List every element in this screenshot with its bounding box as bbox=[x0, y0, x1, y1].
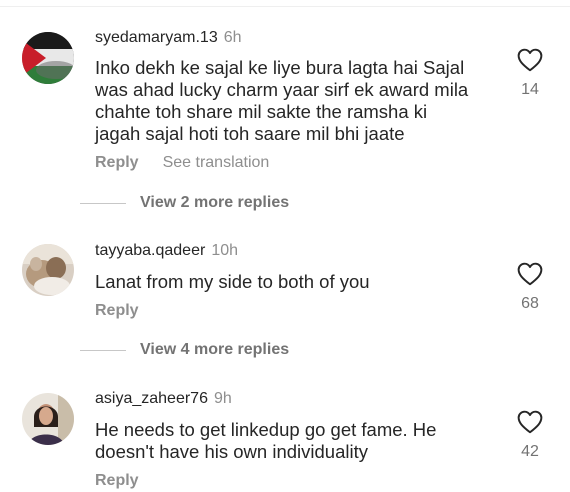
heart-outline-icon[interactable] bbox=[517, 262, 543, 286]
reply-button[interactable]: Reply bbox=[95, 472, 139, 489]
like-control: 42 bbox=[516, 410, 544, 462]
comment-text-line: doesn't have his own individuality bbox=[95, 441, 368, 462]
comment-text-line: Lanat from my side to both of you bbox=[95, 271, 370, 292]
comment-text: Inko dekh ke sajal ke liye bura lagta ha… bbox=[95, 57, 495, 145]
comment-actions: Reply bbox=[95, 471, 139, 491]
comment-text-line: was ahad lucky charm yaar sirf ek award … bbox=[95, 79, 469, 100]
view-more-replies-label[interactable]: View 2 more replies bbox=[140, 193, 289, 213]
username[interactable]: tayyaba.qadeer bbox=[95, 242, 205, 259]
replies-divider bbox=[80, 349, 126, 351]
avatar[interactable] bbox=[22, 393, 74, 445]
reply-button[interactable]: Reply bbox=[95, 302, 139, 319]
username[interactable]: syedamaryam.13 bbox=[95, 29, 218, 46]
avatar-photo-image bbox=[22, 244, 74, 296]
comment-header: tayyaba.qadeer 10h bbox=[95, 241, 238, 261]
avatar-flag-image bbox=[22, 32, 74, 84]
comment-actions: Reply bbox=[95, 301, 139, 321]
comment-text: Lanat from my side to both of you bbox=[95, 271, 495, 293]
heart-outline-icon[interactable] bbox=[517, 48, 543, 72]
top-divider bbox=[0, 6, 570, 7]
comment-time: 9h bbox=[213, 390, 232, 407]
comment-actions: Reply See translation bbox=[95, 153, 269, 173]
comment-text: He needs to get linkedup go get fame. He… bbox=[95, 419, 495, 463]
comment-time: 6h bbox=[223, 29, 242, 46]
replies-divider bbox=[80, 202, 126, 204]
like-count: 68 bbox=[521, 295, 539, 312]
see-translation-button[interactable]: See translation bbox=[163, 154, 270, 171]
heart-outline-icon[interactable] bbox=[517, 410, 543, 434]
view-more-replies[interactable]: View 4 more replies bbox=[80, 340, 289, 360]
comment-text-line: chahte toh share mil sakte the ramsha ki bbox=[95, 101, 428, 122]
reply-button[interactable]: Reply bbox=[95, 154, 139, 171]
comment-header: syedamaryam.13 6h bbox=[95, 28, 242, 48]
comment-text-line: jagah sajal hoti toh saare mil bhi jaate bbox=[95, 123, 405, 144]
username[interactable]: asiya_zaheer76 bbox=[95, 390, 208, 407]
like-count: 42 bbox=[521, 443, 539, 460]
view-more-replies[interactable]: View 2 more replies bbox=[80, 193, 289, 213]
view-more-replies-label[interactable]: View 4 more replies bbox=[140, 340, 289, 360]
comment-time: 10h bbox=[211, 242, 239, 259]
like-control: 14 bbox=[516, 48, 544, 100]
avatar-photo-image bbox=[22, 393, 74, 445]
comment-header: asiya_zaheer76 9h bbox=[95, 389, 232, 409]
avatar[interactable] bbox=[22, 244, 74, 296]
comment-text-line: Inko dekh ke sajal ke liye bura lagta ha… bbox=[95, 57, 465, 78]
like-control: 68 bbox=[516, 262, 544, 314]
avatar[interactable] bbox=[22, 32, 74, 84]
comment-text-line: He needs to get linkedup go get fame. He bbox=[95, 419, 437, 440]
like-count: 14 bbox=[521, 81, 539, 98]
